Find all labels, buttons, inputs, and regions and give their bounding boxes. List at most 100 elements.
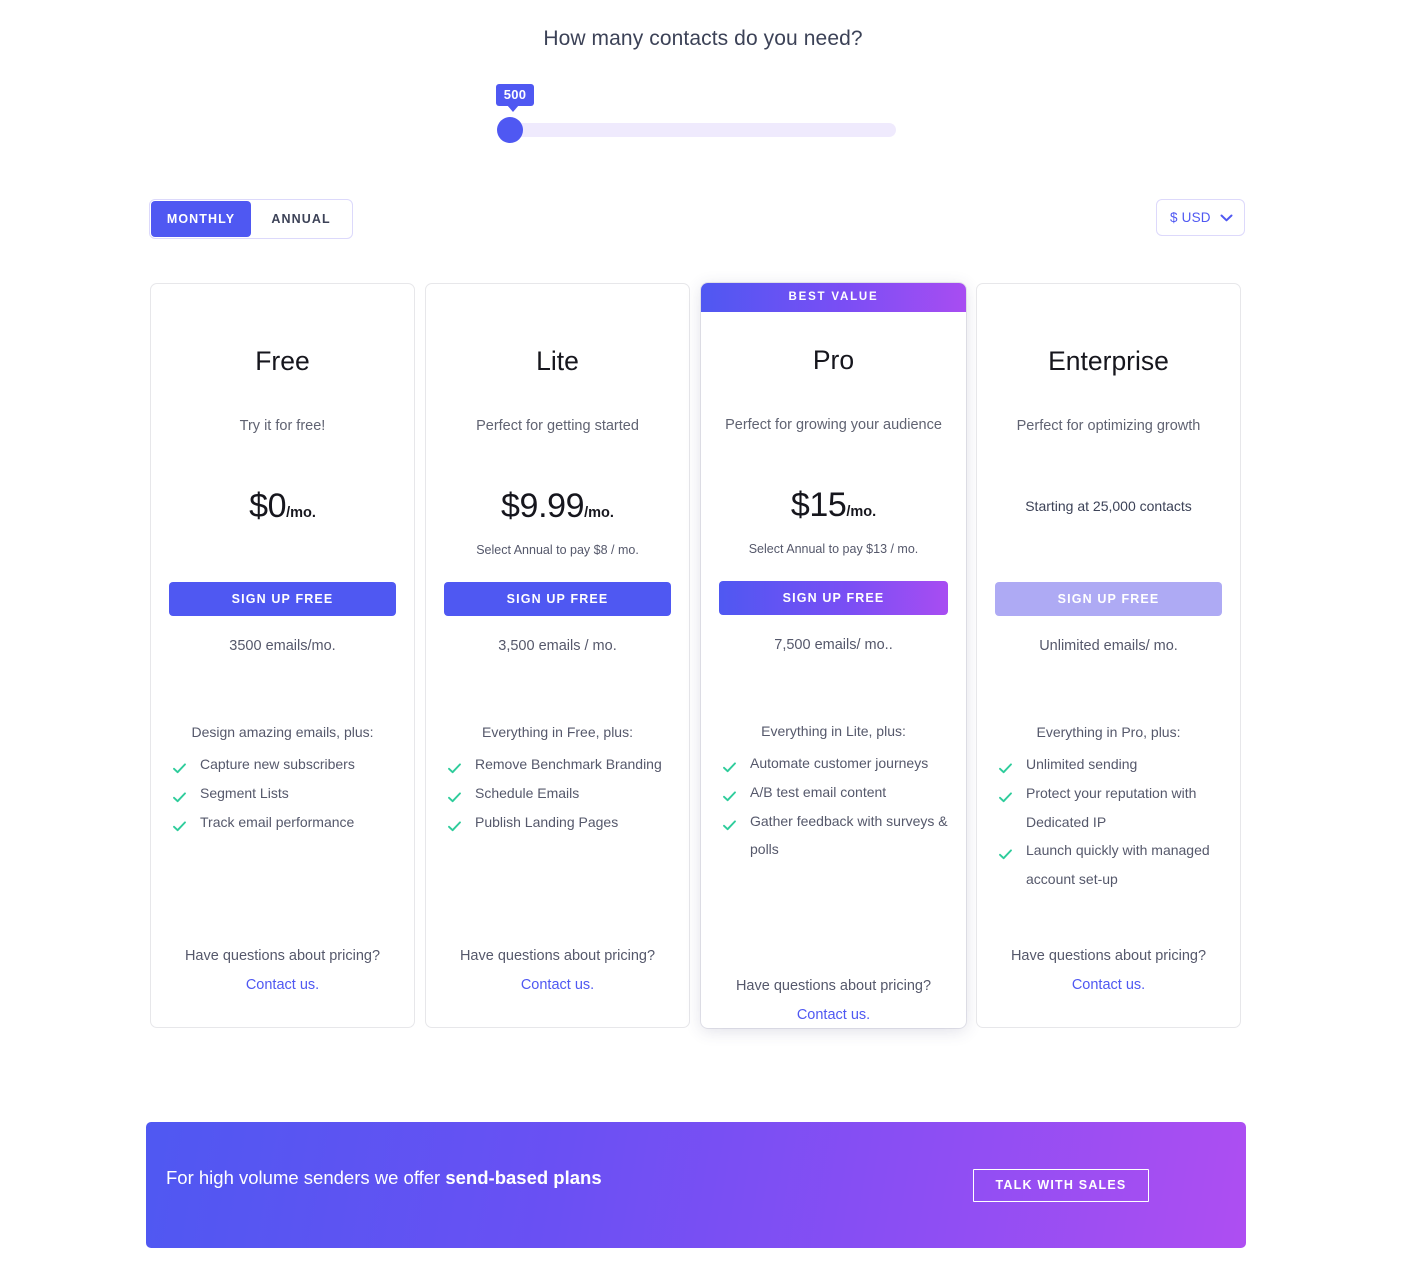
plan-name: Enterprise: [1048, 346, 1169, 376]
feature-item: Launch quickly with managed account set-…: [995, 836, 1232, 894]
contact-us-link[interactable]: Contact us.: [701, 1007, 966, 1023]
check-icon: [172, 786, 187, 802]
talk-with-sales-button[interactable]: TALK WITH SALES: [973, 1169, 1149, 1202]
features-list: Capture new subscribers Segment Lists Tr…: [169, 750, 406, 836]
feature-item: Gather feedback with surveys & polls: [719, 807, 958, 865]
feature-label: A/B test email content: [750, 783, 887, 800]
check-icon: [998, 843, 1013, 860]
check-icon: [447, 757, 462, 774]
feature-label: Launch quickly with managed account set-…: [1026, 842, 1210, 888]
card-body: Free Try it for free! $0/mo. SIGN UP FRE…: [151, 284, 414, 1027]
features-intro: Everything in Free, plus:: [482, 724, 633, 740]
feature-item: Capture new subscribers: [169, 750, 406, 779]
plan-name: Pro: [812, 345, 855, 375]
slider-value-bubble: 500: [496, 84, 534, 112]
send-based-plans-banner: For high volume senders we offer send-ba…: [146, 1122, 1246, 1248]
best-value-badge: BEST VALUE: [701, 283, 966, 312]
feature-label: Gather feedback with surveys & polls: [750, 812, 948, 858]
feature-item: Automate customer journeys: [719, 749, 958, 778]
signup-button[interactable]: SIGN UP FREE: [719, 581, 948, 615]
pricing-card-pro[interactable]: BEST VALUE Pro Perfect for growing your …: [701, 283, 966, 1028]
feature-label: Automate customer journeys: [750, 755, 929, 771]
annual-discount-note: Select Annual to pay $8 / mo.: [476, 543, 639, 557]
feature-label: Capture new subscribers: [200, 756, 355, 772]
card-body: Pro Perfect for growing your audience $1…: [701, 312, 966, 1028]
plan-tagline: Try it for free!: [239, 418, 326, 434]
pricing-questions-text: Have questions about pricing?: [1010, 948, 1207, 964]
feature-item: Protect your reputation with Dedicated I…: [995, 779, 1232, 837]
features-intro: Everything in Pro, plus:: [1036, 724, 1181, 740]
pricing-questions-text: Have questions about pricing?: [184, 948, 381, 964]
card-body: Lite Perfect for getting started $9.99/m…: [426, 284, 689, 1027]
feature-label: Publish Landing Pages: [475, 813, 619, 830]
feature-label: Segment Lists: [200, 784, 289, 801]
contacts-slider[interactable]: 500: [496, 84, 907, 144]
feature-label: Schedule Emails: [475, 784, 580, 801]
currency-select[interactable]: $ USD: [1156, 199, 1245, 236]
check-icon: [998, 786, 1013, 802]
contact-us-link[interactable]: Contact us.: [151, 977, 414, 993]
feature-item: A/B test email content: [719, 778, 958, 807]
feature-label: Track email performance: [200, 813, 355, 830]
plan-name: Free: [255, 346, 310, 376]
feature-item: Track email performance: [169, 808, 406, 837]
features-intro: Design amazing emails, plus:: [191, 724, 374, 740]
feature-label: Protect your reputation with Dedicated I…: [1026, 784, 1197, 830]
pricing-questions-text: Have questions about pricing?: [735, 978, 932, 994]
banner-text: For high volume senders we offer send-ba…: [166, 1167, 602, 1189]
plan-email-quota: 3,500 emails / mo.: [498, 638, 617, 654]
plan-price: $15/mo.: [701, 486, 966, 525]
feature-item: Unlimited sending: [995, 750, 1232, 779]
plan-price: $9.99/mo.: [426, 487, 689, 526]
chevron-down-icon: [1220, 209, 1233, 227]
billing-period-toggle[interactable]: MONTHLY ANNUAL: [149, 199, 353, 239]
billing-option-annual[interactable]: ANNUAL: [251, 201, 351, 237]
annual-discount-note: Select Annual to pay $13 / mo.: [748, 542, 919, 556]
features-list: Remove Benchmark Branding Schedule Email…: [444, 750, 681, 836]
check-icon: [722, 785, 737, 801]
plan-email-quota: 7,500 emails/ mo..: [774, 637, 893, 653]
banner-text-plain: For high volume senders we offer: [166, 1167, 446, 1188]
contact-us-link[interactable]: Contact us.: [977, 977, 1240, 993]
plan-tagline: Perfect for getting started: [476, 418, 639, 434]
pricing-page: How many contacts do you need? 500 MONTH…: [0, 0, 1406, 1266]
features-intro: Everything in Lite, plus:: [761, 723, 906, 739]
plan-tagline: Perfect for optimizing growth: [1016, 418, 1201, 434]
pricing-card-lite[interactable]: Lite Perfect for getting started $9.99/m…: [425, 283, 690, 1028]
signup-button[interactable]: SIGN UP FREE: [995, 582, 1222, 616]
features-list: Automate customer journeys A/B test emai…: [719, 749, 958, 864]
feature-label: Unlimited sending: [1026, 756, 1138, 772]
currency-select-value: $ USD: [1170, 210, 1211, 225]
plan-price: $0/mo.: [151, 487, 414, 526]
check-icon: [172, 757, 187, 774]
plan-name: Lite: [536, 346, 579, 376]
plan-starting-note: Starting at 25,000 contacts: [1025, 498, 1192, 514]
plan-email-quota: Unlimited emails/ mo.: [1039, 638, 1178, 654]
slider-thumb[interactable]: [497, 117, 523, 143]
contact-us-link[interactable]: Contact us.: [426, 977, 689, 993]
feature-item: Schedule Emails: [444, 779, 681, 808]
price-amount: $0: [249, 487, 287, 525]
pricing-card-enterprise[interactable]: Enterprise Perfect for optimizing growth…: [976, 283, 1241, 1028]
signup-button[interactable]: SIGN UP FREE: [444, 582, 671, 616]
check-icon: [172, 815, 187, 831]
price-period: /mo.: [846, 504, 877, 520]
signup-button[interactable]: SIGN UP FREE: [169, 582, 396, 616]
feature-item: Segment Lists: [169, 779, 406, 808]
card-body: Enterprise Perfect for optimizing growth…: [977, 284, 1240, 1027]
banner-text-bold: send-based plans: [445, 1167, 602, 1188]
price-amount: $15: [790, 486, 847, 524]
plan-email-quota: 3500 emails/mo.: [229, 638, 336, 654]
pricing-questions-text: Have questions about pricing?: [459, 948, 656, 964]
check-icon: [447, 815, 462, 831]
price-period: /mo.: [584, 505, 614, 521]
price-amount: $9.99: [501, 487, 585, 525]
check-icon: [722, 756, 737, 773]
pricing-card-free[interactable]: Free Try it for free! $0/mo. SIGN UP FRE…: [150, 283, 415, 1028]
feature-item: Publish Landing Pages: [444, 808, 681, 837]
plan-tagline: Perfect for growing your audience: [725, 417, 942, 433]
check-icon: [447, 786, 462, 802]
billing-option-monthly[interactable]: MONTHLY: [151, 201, 251, 237]
slider-track[interactable]: [510, 123, 896, 137]
features-list: Unlimited sending Protect your reputatio…: [995, 750, 1232, 894]
